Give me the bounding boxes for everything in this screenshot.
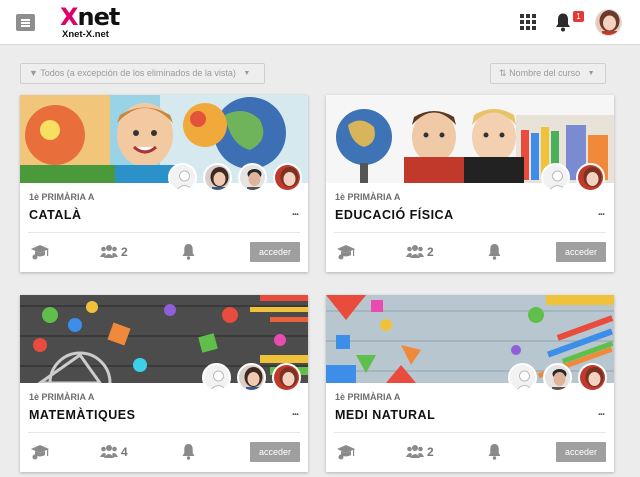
logo-x: X bbox=[60, 3, 78, 31]
member-count: 2 bbox=[121, 245, 128, 259]
graduation-cap-icon[interactable] bbox=[30, 444, 50, 460]
member-count: 2 bbox=[427, 445, 434, 459]
member-count: 4 bbox=[121, 445, 128, 459]
divider bbox=[334, 232, 606, 233]
view-filter-label: Todos (a excepción de los eliminados de … bbox=[40, 68, 236, 78]
divider bbox=[28, 232, 300, 233]
course-card: 1è PRIMÀRIA A MEDI NATURAL ... 2 acceder bbox=[326, 295, 614, 472]
course-grade: 1è PRIMÀRIA A bbox=[29, 192, 95, 202]
teacher-avatars bbox=[202, 363, 308, 393]
course-title[interactable]: CATALÀ bbox=[29, 208, 82, 222]
chevron-down-icon: ▼ bbox=[243, 70, 251, 77]
access-button[interactable]: acceder bbox=[556, 242, 606, 262]
avatar[interactable] bbox=[203, 163, 232, 192]
top-bar: Xnet Xnet-X.net 1 bbox=[0, 0, 640, 45]
more-options-icon[interactable]: ... bbox=[292, 406, 299, 418]
logo-subtitle: Xnet-X.net bbox=[62, 29, 109, 40]
teacher-avatars bbox=[168, 163, 308, 193]
logo-net: net bbox=[77, 3, 121, 31]
filter-icon: ▼ bbox=[29, 68, 38, 78]
divider bbox=[334, 432, 606, 433]
course-title[interactable]: EDUCACIÓ FÍSICA bbox=[335, 208, 454, 222]
menu-icon[interactable] bbox=[16, 14, 35, 31]
more-options-icon[interactable]: ... bbox=[598, 406, 605, 418]
access-button[interactable]: acceder bbox=[250, 442, 300, 462]
course-grade: 1è PRIMÀRIA A bbox=[29, 392, 95, 402]
more-options-icon[interactable]: ... bbox=[292, 206, 299, 218]
apps-grid-icon[interactable] bbox=[520, 14, 536, 30]
teacher-avatars bbox=[541, 163, 614, 193]
bell-icon[interactable] bbox=[487, 243, 502, 260]
teacher-avatars bbox=[508, 363, 614, 393]
users-icon[interactable] bbox=[406, 244, 424, 259]
divider bbox=[28, 432, 300, 433]
avatar[interactable] bbox=[238, 163, 267, 192]
avatar[interactable] bbox=[543, 363, 572, 392]
bell-icon[interactable] bbox=[181, 243, 196, 260]
member-count: 2 bbox=[427, 245, 434, 259]
avatar[interactable] bbox=[237, 363, 266, 392]
users-icon[interactable] bbox=[100, 444, 118, 459]
more-options-icon[interactable]: ... bbox=[598, 206, 605, 218]
course-title[interactable]: MEDI NATURAL bbox=[335, 408, 435, 422]
avatar[interactable] bbox=[576, 163, 605, 192]
bell-icon[interactable] bbox=[554, 12, 572, 32]
avatar-placeholder[interactable] bbox=[168, 163, 197, 192]
sort-dropdown[interactable]: ⇅ Nombre del curso ▼ bbox=[490, 63, 606, 84]
course-card: 1è PRIMÀRIA A MATEMÀTIQUES ... 4 acceder bbox=[20, 295, 308, 472]
graduation-cap-icon[interactable] bbox=[336, 244, 356, 260]
course-grade: 1è PRIMÀRIA A bbox=[335, 192, 401, 202]
avatar-placeholder[interactable] bbox=[508, 363, 537, 392]
avatar-placeholder[interactable] bbox=[202, 363, 231, 392]
bell-icon[interactable] bbox=[487, 443, 502, 460]
sort-label: Nombre del curso bbox=[509, 68, 581, 78]
course-card: 1è PRIMÀRIA A CATALÀ ... 2 acceder bbox=[20, 95, 308, 272]
view-filter-dropdown[interactable]: ▼ Todos (a excepción de los eliminados d… bbox=[20, 63, 265, 84]
bell-icon[interactable] bbox=[181, 443, 196, 460]
logo[interactable]: Xnet Xnet-X.net bbox=[60, 4, 122, 40]
users-icon[interactable] bbox=[100, 244, 118, 259]
chevron-down-icon: ▼ bbox=[587, 70, 595, 77]
avatar-placeholder[interactable] bbox=[541, 163, 570, 192]
graduation-cap-icon[interactable] bbox=[30, 244, 50, 260]
access-button[interactable]: acceder bbox=[250, 242, 300, 262]
users-icon[interactable] bbox=[406, 444, 424, 459]
course-grade: 1è PRIMÀRIA A bbox=[335, 392, 401, 402]
sort-icon: ⇅ bbox=[499, 68, 507, 78]
user-avatar[interactable] bbox=[595, 9, 622, 36]
course-title[interactable]: MATEMÀTIQUES bbox=[29, 408, 135, 422]
course-card: 1è PRIMÀRIA A EDUCACIÓ FÍSICA ... 2 acce… bbox=[326, 95, 614, 272]
avatar[interactable] bbox=[578, 363, 607, 392]
access-button[interactable]: acceder bbox=[556, 442, 606, 462]
notification-badge: 1 bbox=[573, 11, 584, 22]
avatar[interactable] bbox=[272, 363, 301, 392]
graduation-cap-icon[interactable] bbox=[336, 444, 356, 460]
avatar[interactable] bbox=[273, 163, 302, 192]
